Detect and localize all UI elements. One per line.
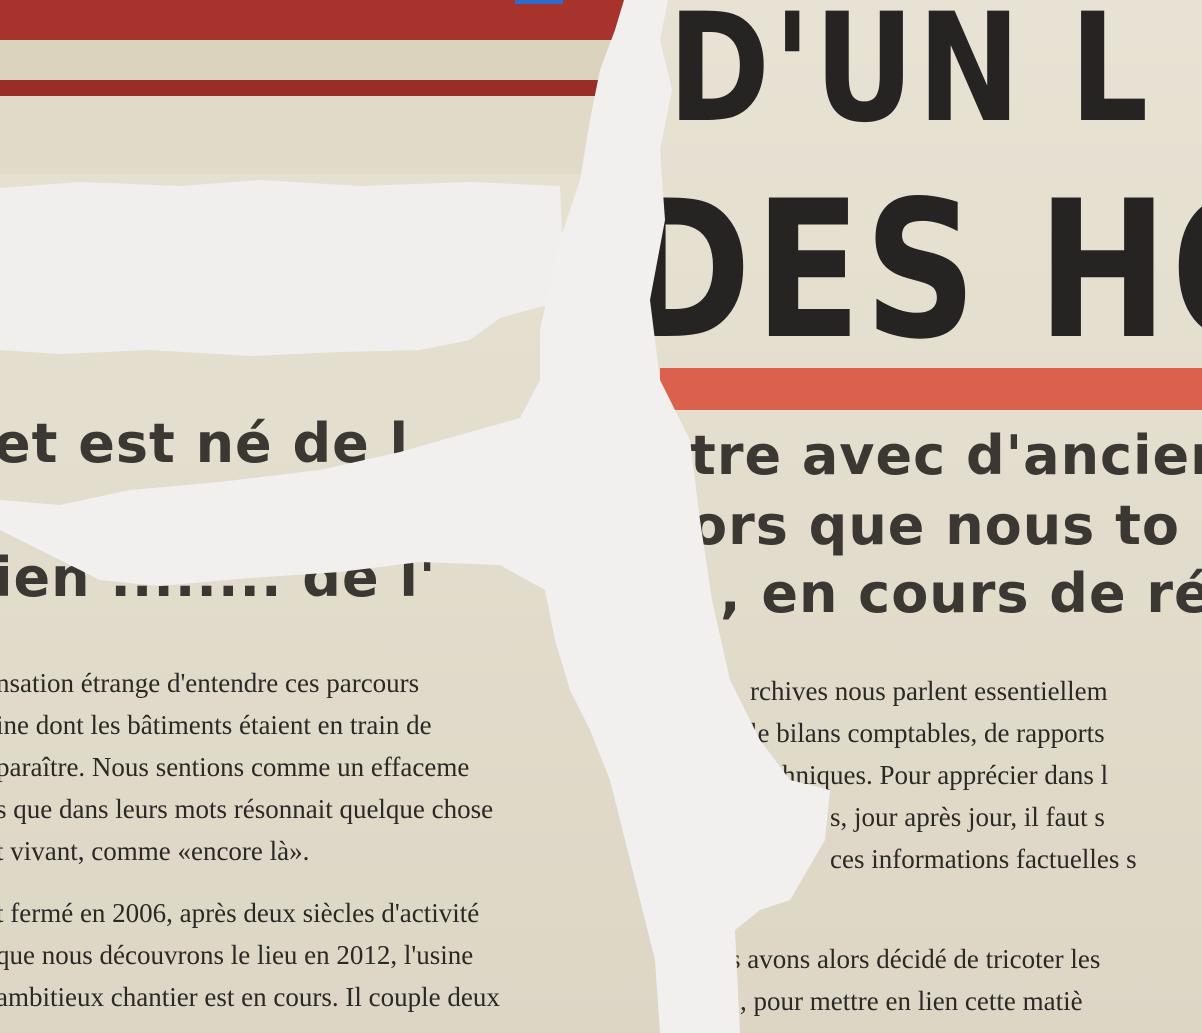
headline-line-1: D'UN L: [668, 0, 1152, 156]
paper-stripe: [0, 40, 640, 80]
body-left-line: ambitieux chantier est en cours. Il coup…: [0, 982, 500, 1012]
body-right-line: s, jour après jour, il faut s: [830, 802, 1105, 832]
red-band: [660, 368, 1202, 410]
body-right-line: rchives nous parlent essentiellem: [750, 676, 1108, 706]
body-right-line: , pour mettre en lien cette matiè: [740, 986, 1083, 1016]
body-left-line: ine dont les bâtiments étaient en train …: [0, 710, 432, 740]
body-left-line: paraître. Nous sentions comme un effacem…: [0, 752, 470, 782]
subhead-right-line: tre avec d'ancier: [690, 424, 1202, 487]
body-right-line: chniques. Pour apprécier dans l: [770, 760, 1109, 790]
red-stripe: [0, 0, 640, 40]
body-left-line: t vivant, comme «encore là».: [0, 836, 310, 866]
red-stripe: [0, 80, 640, 96]
body-right-line: s avons alors décidé de tricoter les: [730, 944, 1101, 974]
blue-mark: [515, 0, 563, 4]
body-left-line: s que dans leurs mots résonnait quelque …: [0, 794, 494, 824]
paper-stripe: [0, 96, 640, 174]
left-newspaper-fragment: et est né de l ien ........ de l' nsatio…: [0, 0, 640, 1033]
right-newspaper-fragment: D'UN L DES HO tre avec d'ancier ors que …: [640, 0, 1202, 1033]
subhead-left-line: ien ........ de l': [0, 546, 437, 609]
newspaper-collage: et est né de l ien ........ de l' nsatio…: [0, 0, 1202, 1033]
body-left-line: nsation étrange d'entendre ces parcours: [0, 668, 420, 698]
subhead-right-line: ors que nous to: [690, 494, 1181, 557]
body-left-line: t fermé en 2006, après deux siècles d'ac…: [0, 898, 480, 928]
subhead-left-line: et est né de l: [0, 412, 410, 475]
body-right-line: le bilans comptables, de rapports: [750, 718, 1105, 748]
body-left-line: que nous découvrons le lieu en 2012, l'u…: [0, 940, 474, 970]
subhead-right-line: , en cours de ré: [720, 562, 1202, 625]
headline-line-2: DES HO: [640, 160, 1202, 381]
body-right-line: ces informations factuelles s: [830, 844, 1137, 874]
